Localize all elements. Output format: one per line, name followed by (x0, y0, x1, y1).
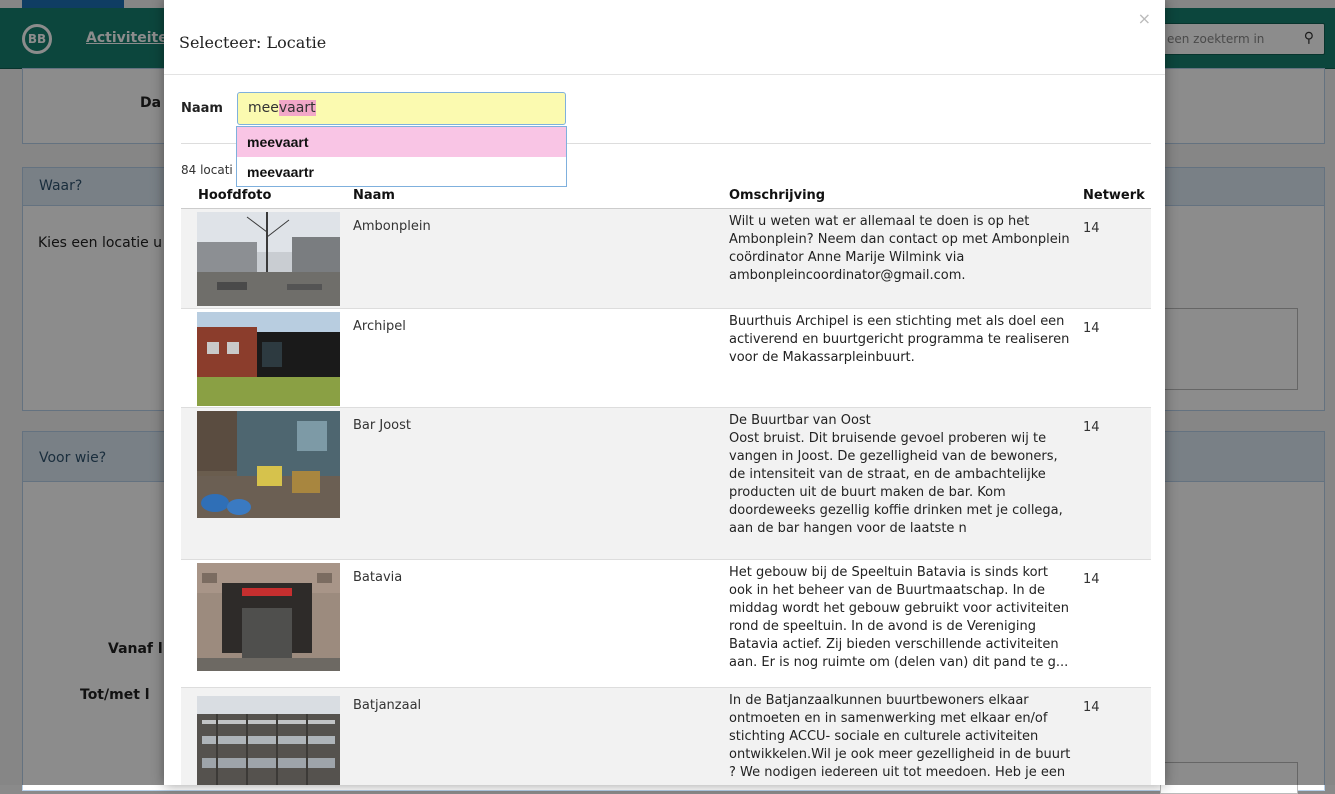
column-header-netwerk[interactable]: Netwerk (1083, 188, 1145, 203)
naam-label: Naam (181, 101, 223, 116)
location-description: Buurthuis Archipel is een stichting met … (729, 314, 1070, 365)
suggestion-item[interactable]: meevaart (237, 127, 566, 157)
search-value-highlight: vaart (278, 100, 316, 116)
location-description: Het gebouw bij de Speeltuin Batavia is s… (729, 565, 1069, 670)
location-description: Wilt u weten wat er allemaal te doen is … (729, 214, 1070, 283)
column-header-hoofdfoto[interactable]: Hoofdfoto (198, 188, 271, 203)
column-header-omschrijving[interactable]: Omschrijving (729, 188, 825, 203)
close-icon[interactable]: × (1138, 9, 1151, 28)
table-row[interactable]: Batavia Het gebouw bij de Speeltuin Bata… (181, 560, 1151, 688)
location-description: In de Batjanzaalkunnen buurtbewoners elk… (729, 693, 1071, 780)
location-photo (197, 312, 340, 406)
location-photo (197, 563, 340, 671)
location-network: 14 (1083, 420, 1100, 435)
location-description: De Buurtbar van Oost Oost bruist. Dit br… (729, 413, 1063, 536)
search-value-prefix: mee (248, 100, 279, 116)
location-network: 14 (1083, 321, 1100, 336)
table-header: Hoofdfoto Naam Omschrijving Netwerk (181, 188, 1151, 209)
table-row[interactable]: Bar Joost De Buurtbar van Oost Oost brui… (181, 408, 1151, 560)
modal-select-location: Selecteer: Locatie × Naam meevaart 84 lo… (164, 0, 1165, 785)
location-photo (197, 696, 340, 785)
modal-title: Selecteer: Locatie (179, 33, 327, 52)
location-network: 14 (1083, 221, 1100, 236)
result-count: 84 locati (181, 163, 233, 177)
location-name: Bar Joost (353, 418, 411, 433)
location-name: Batavia (353, 570, 403, 585)
location-name: Ambonplein (353, 219, 431, 234)
table-row[interactable]: Batjanzaal In de Batjanzaalkunnen buurtb… (181, 688, 1151, 785)
location-photo (197, 411, 340, 518)
location-name: Archipel (353, 319, 406, 334)
suggestion-item[interactable]: meevaartr (237, 157, 566, 187)
naam-search-input[interactable]: meevaart (237, 92, 566, 125)
column-header-naam[interactable]: Naam (353, 188, 395, 203)
table-row[interactable]: Ambonplein Wilt u weten wat er allemaal … (181, 209, 1151, 309)
location-network: 14 (1083, 572, 1100, 587)
modal-header: Selecteer: Locatie × (164, 0, 1165, 75)
table-row[interactable]: Archipel Buurthuis Archipel is een stich… (181, 309, 1151, 408)
location-network: 14 (1083, 700, 1100, 715)
location-name: Batjanzaal (353, 698, 422, 713)
autocomplete-dropdown: meevaart meevaartr (236, 126, 567, 187)
location-photo (197, 212, 340, 306)
